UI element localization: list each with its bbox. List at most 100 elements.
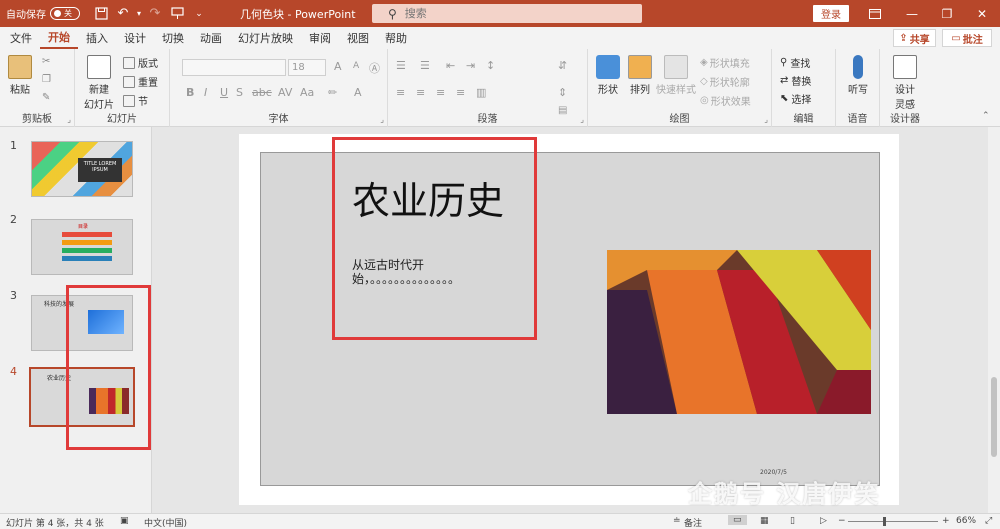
scrollbar-thumb[interactable] [991, 377, 997, 457]
presentation-icon[interactable] [166, 4, 188, 24]
shape-fill-button[interactable]: ◈ 形状填充 [700, 55, 750, 70]
font-size-select[interactable]: 18 [288, 59, 326, 76]
redo-icon[interactable]: ↷ [144, 4, 166, 24]
vertical-scrollbar[interactable] [988, 127, 1000, 513]
select-button[interactable]: ⬉ 选择 [780, 91, 811, 106]
toggle-knob [54, 10, 61, 17]
ribbon-display-icon[interactable] [858, 0, 892, 27]
design-ideas-button[interactable]: 设计 灵感 [888, 55, 922, 111]
align-left-icon[interactable]: ≡ [396, 86, 405, 99]
decrease-font-icon[interactable]: A [353, 61, 359, 71]
login-button[interactable]: 登录 [813, 5, 849, 22]
arrange-button[interactable]: 排列 [626, 55, 654, 96]
customize-toolbar-icon[interactable]: ⌄ [188, 4, 210, 24]
clear-format-icon[interactable]: Ⓐ [369, 60, 380, 76]
char-spacing-icon[interactable]: AV [278, 86, 292, 99]
shape-effects-button[interactable]: ◎ 形状效果 [700, 93, 751, 108]
numbering-icon[interactable]: ☰ [420, 59, 430, 72]
text-direction-icon[interactable]: ⇵ [558, 59, 567, 72]
close-icon[interactable]: ✕ [965, 0, 999, 27]
tab-file[interactable]: 文件 [2, 27, 40, 49]
quick-styles-button[interactable]: 快速样式 [656, 55, 696, 96]
highlight-icon[interactable]: ✏ [328, 86, 337, 99]
spellcheck-icon[interactable]: ▣ [120, 516, 129, 526]
search-input[interactable] [404, 7, 605, 20]
decrease-indent-icon[interactable]: ⇤ [446, 59, 455, 72]
tab-help[interactable]: 帮助 [377, 27, 415, 49]
bullets-icon[interactable]: ☰ [396, 59, 406, 72]
layout-button[interactable]: 版式 [123, 55, 158, 70]
shadow-icon[interactable]: S [236, 86, 243, 99]
comment-button[interactable]: ▭ 批注 [942, 29, 992, 47]
autosave-toggle[interactable]: 关 [50, 7, 80, 20]
search-box[interactable]: ⚲ [372, 4, 642, 23]
minimize-icon[interactable]: — [895, 0, 929, 27]
tab-design[interactable]: 设计 [116, 27, 154, 49]
increase-indent-icon[interactable]: ⇥ [466, 59, 475, 72]
section-button[interactable]: 节 [123, 93, 148, 108]
change-case-icon[interactable]: Aa [300, 86, 314, 99]
shape-outline-button[interactable]: ◇ 形状轮廓 [700, 74, 750, 89]
voice-group: 听写 语音 [836, 49, 880, 127]
save-icon[interactable] [90, 4, 112, 24]
share-button[interactable]: ⇪ 共享 [893, 29, 936, 47]
zoom-in-icon[interactable]: + [942, 516, 950, 526]
fit-slide-icon[interactable]: ⤢ [985, 516, 992, 526]
font-expander-icon[interactable]: ⌟ [380, 115, 384, 124]
zoom-slider[interactable] [848, 521, 938, 522]
find-button[interactable]: ⚲ 查找 [780, 55, 810, 70]
tab-slideshow[interactable]: 幻灯片放映 [230, 27, 301, 49]
slide-number: 4 [10, 365, 17, 378]
language[interactable]: 中文(中国) [144, 516, 187, 529]
select-label: 选择 [791, 95, 812, 106]
zoom-level[interactable]: 66% [956, 516, 976, 526]
tab-view[interactable]: 视图 [339, 27, 377, 49]
paste-button[interactable]: 粘贴 [6, 55, 34, 96]
line-spacing-icon[interactable]: ↕ [486, 59, 495, 72]
shapes-button[interactable]: 形状 [594, 55, 622, 96]
bold-icon[interactable]: B [186, 86, 194, 99]
increase-font-icon[interactable]: A [334, 60, 342, 73]
zoom-out-icon[interactable]: − [838, 516, 846, 526]
tab-home[interactable]: 开始 [40, 27, 78, 49]
paragraph-expander-icon[interactable]: ⌟ [580, 115, 584, 124]
justify-icon[interactable]: ≡ [456, 86, 465, 99]
align-center-icon[interactable]: ≡ [416, 86, 425, 99]
align-right-icon[interactable]: ≡ [436, 86, 445, 99]
tab-animations[interactable]: 动画 [192, 27, 230, 49]
drawing-expander-icon[interactable]: ⌟ [764, 115, 768, 124]
paste-label: 粘贴 [10, 85, 30, 96]
produce-image[interactable] [607, 250, 871, 414]
slide-sorter-icon[interactable]: ▦ [760, 516, 769, 526]
zoom-slider-knob[interactable] [883, 517, 886, 526]
font-name-select[interactable] [182, 59, 286, 76]
slide-thumbnail-1[interactable]: TITLE LOREM IPSUM [31, 141, 133, 197]
align-text-icon[interactable]: ⇕ [558, 86, 567, 99]
slideshow-icon[interactable]: ▷ [820, 516, 827, 526]
format-painter-icon[interactable]: ✎ [42, 92, 50, 103]
collapse-ribbon-icon[interactable]: ⌃ [982, 111, 990, 121]
restore-icon[interactable]: ❐ [930, 0, 964, 27]
tab-review[interactable]: 审阅 [301, 27, 339, 49]
clipboard-expander-icon[interactable]: ⌟ [67, 115, 71, 124]
dropdown-chevron-icon[interactable]: ▾ [134, 4, 144, 24]
strikethrough-icon[interactable]: abc [252, 86, 272, 99]
font-color-icon[interactable]: A [354, 86, 362, 99]
underline-icon[interactable]: U [220, 86, 228, 99]
slide-count: 幻灯片 第 4 张，共 4 张 [6, 519, 104, 529]
italic-icon[interactable]: I [204, 86, 207, 99]
new-slide-button[interactable]: 新建 幻灯片 [81, 55, 117, 111]
tab-transitions[interactable]: 切换 [154, 27, 192, 49]
copy-icon[interactable]: ❐ [42, 74, 51, 85]
slide-thumbnail-2[interactable]: 目录 [31, 219, 133, 275]
notes-button[interactable]: 备注 [684, 516, 702, 529]
undo-icon[interactable]: ↶ [112, 4, 134, 24]
reset-button[interactable]: 重置 [123, 74, 158, 89]
tab-insert[interactable]: 插入 [78, 27, 116, 49]
columns-icon[interactable]: ▥ [476, 86, 486, 99]
normal-view-icon[interactable]: ▭ [728, 515, 747, 525]
reading-view-icon[interactable]: ▯ [790, 516, 795, 526]
replace-button[interactable]: ⇄ 替换 [780, 73, 811, 88]
cut-icon[interactable]: ✂ [42, 56, 50, 67]
dictate-button[interactable]: 听写 [844, 55, 872, 96]
